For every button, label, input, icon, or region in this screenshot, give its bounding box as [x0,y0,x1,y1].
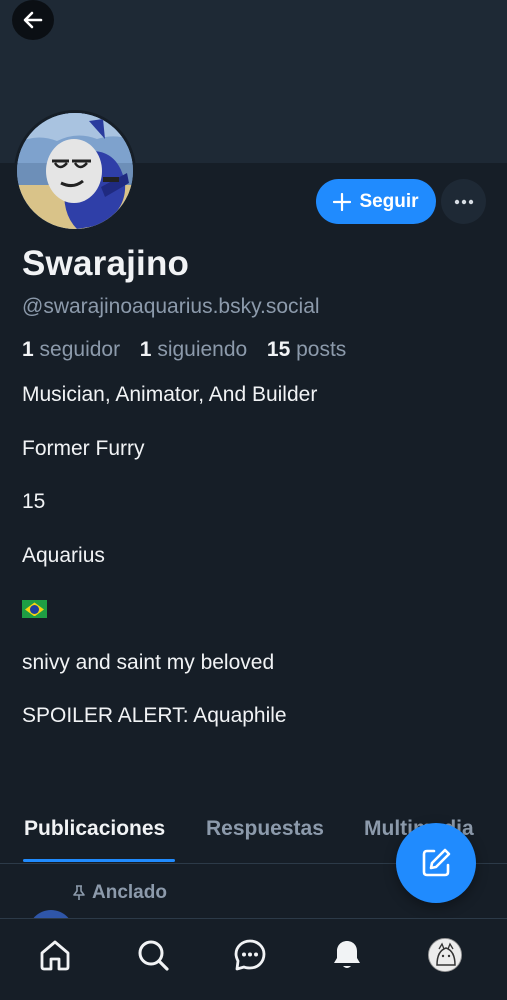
posts-stat: 15 posts [267,338,346,361]
display-name: Swarajino [22,244,190,283]
follow-button[interactable]: Seguir [316,179,436,224]
posts-label: posts [296,338,347,361]
profile-avatar[interactable] [14,110,136,232]
bio-line: SPOILER ALERT: Aquaphile [22,704,287,727]
user-avatar-image [429,939,461,971]
nav-notifications[interactable] [327,935,367,975]
bio-line: Musician, Animator, And Builder [22,383,318,406]
plus-icon [333,192,352,211]
ellipsis-icon [454,199,473,204]
more-options-button[interactable] [441,179,486,224]
following-count: 1 [139,338,152,361]
follow-button-label: Seguir [359,190,419,212]
arrow-left-icon [23,11,43,29]
profile-avatar [428,938,462,972]
bottom-navigation [0,918,507,1000]
compose-post-button[interactable] [396,823,476,903]
pinned-indicator: Anclado [72,882,167,904]
avatar-image [17,113,133,229]
tab-respuestas[interactable]: Respuestas [206,817,324,841]
profile-page: Seguir Swarajino @swarajinoaquarius.bsky… [0,0,507,1000]
bio-line-flag [22,595,492,622]
followers-label: seguidor [39,338,121,361]
bio-line: snivy and saint my beloved [22,650,275,674]
chat-icon [234,939,266,971]
nav-profile[interactable] [425,935,465,975]
nav-chat[interactable] [230,935,270,975]
home-icon [40,940,70,971]
bio-line: 15 [22,490,46,513]
profile-bio: Musician, Animator, And Builder Former F… [22,381,492,756]
followers-link[interactable]: 1 seguidor [22,338,126,361]
active-tab-indicator [23,859,175,862]
pinned-label: Anclado [92,882,167,903]
bio-line: Aquarius [22,543,105,567]
bio-line: Former Furry [22,436,145,460]
profile-handle: @swarajinoaquarius.bsky.social [22,295,320,318]
posts-count: 15 [266,338,291,361]
following-link[interactable]: 1 siguiendo [140,338,253,361]
nav-search[interactable] [133,935,173,975]
nav-home[interactable] [35,935,75,975]
tab-publicaciones[interactable]: Publicaciones [24,817,165,841]
back-button[interactable] [12,0,54,40]
compose-icon [422,848,451,877]
profile-stats: 1 seguidor 1 siguiendo 15 posts [22,338,346,362]
notifications-icon [334,941,360,968]
followers-count: 1 [22,338,34,361]
brazil-flag-icon [22,600,47,619]
pin-icon [73,885,85,900]
following-label: siguiendo [157,338,248,361]
search-icon [138,940,169,971]
